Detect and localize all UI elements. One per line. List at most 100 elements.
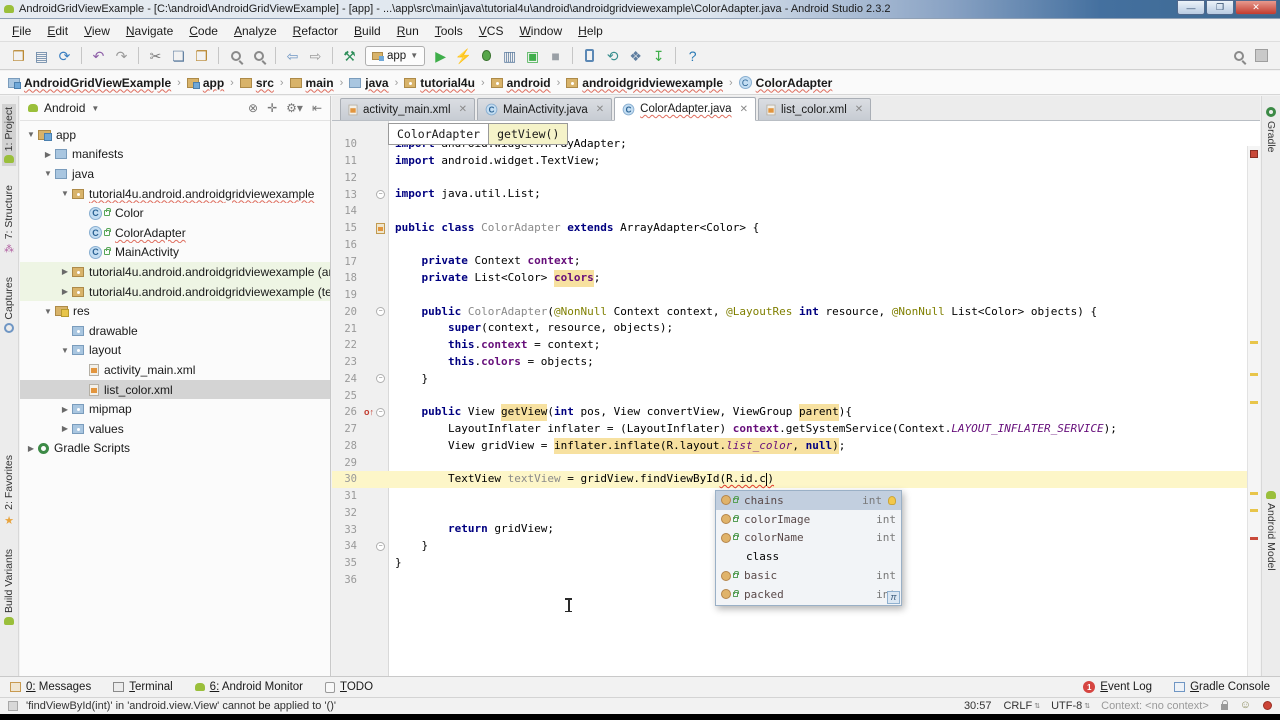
attach-debugger-icon[interactable]: ▣ [522,45,543,66]
error-stripe-mark[interactable] [1250,537,1258,540]
code-line-16[interactable]: 16 [332,237,1247,254]
encoding-selector[interactable]: UTF-8 ⇅ [1051,700,1090,712]
paste-icon[interactable]: ❐ [191,45,212,66]
tree-item-app[interactable]: ▼ app [20,125,330,145]
chevron-collapsed-icon[interactable]: ▶ [24,444,38,453]
code-line-29[interactable]: 29 [332,454,1247,471]
find-usages-icon[interactable] [248,45,269,66]
chevron-collapsed-icon[interactable]: ▶ [41,150,55,159]
stripe-button-android-model[interactable]: Android Model [1264,488,1278,574]
run-icon[interactable]: ▶ [430,45,451,66]
error-stripe-mark[interactable] [1250,341,1258,344]
menu-file[interactable]: File [4,22,39,40]
fold-marker-icon[interactable]: − [376,374,385,384]
breadcrumb-java[interactable]: java [349,76,389,90]
sdk-manager-icon[interactable]: ↧ [648,45,669,66]
project-structure-icon[interactable]: ❖ [625,45,646,66]
menu-edit[interactable]: Edit [39,22,76,40]
tree-item-color[interactable]: C Color [20,203,330,223]
code-line-27[interactable]: 27 LayoutInflater inflater = (LayoutInfl… [332,421,1247,438]
menu-analyze[interactable]: Analyze [226,22,285,40]
breadcrumb-app[interactable]: app [186,76,224,90]
toolwindow-button-gradle-console[interactable]: Gradle Console [1174,681,1270,693]
menu-build[interactable]: Build [346,22,389,40]
hector-inspector-icon[interactable]: ☺ [1240,700,1251,711]
error-stripe-mark[interactable] [1250,492,1258,495]
chevron-expanded-icon[interactable]: ▼ [41,307,55,316]
collapse-all-icon[interactable]: ⊗ [248,101,258,115]
breadcrumb-src[interactable]: src [239,76,274,90]
code-line-25[interactable]: 25 [332,387,1247,404]
fold-marker-icon[interactable]: − [376,541,385,551]
tree-item-java[interactable]: ▼ java [20,164,330,184]
hide-panel-icon[interactable]: ⇤ [312,101,322,115]
gradle-sync-icon[interactable]: ⟲ [602,45,623,66]
tree-item-tutorial4u-android-androidgridviewexample[interactable]: ▼ tutorial4u.android.androidgridviewexamp… [20,184,330,204]
tree-item-res[interactable]: ▼ res [20,301,330,321]
tree-item-list_color-xml[interactable]: list_color.xml [20,379,330,400]
code-line-22[interactable]: 22 this. context = context; [332,337,1247,354]
breadcrumb-main[interactable]: main [289,76,334,90]
breadcrumb-tutorial4u[interactable]: tutorial4u [404,76,475,90]
code-line-18[interactable]: 18 private List<Color> colors; [332,270,1247,287]
code-line-19[interactable]: 19 [332,287,1247,304]
breadcrumb-androidgridviewexample[interactable]: androidgridviewexample [566,76,723,90]
tab-close-icon[interactable]: ✕ [855,104,863,115]
tree-item-values[interactable]: ▶ values [20,419,330,439]
completion-item-colorName[interactable]: colorName int [716,529,901,548]
tab-activity_main-xml[interactable]: activity_main.xml ✕ [340,98,475,120]
tree-item-tutorial4u-android-androidgridviewexample-te[interactable]: ▶ tutorial4u.android.androidgridviewexamp… [20,281,330,302]
undo-icon[interactable]: ↶ [88,45,109,66]
code-line-30[interactable]: 30 TextView textView = gridView.findView… [332,471,1247,488]
menu-vcs[interactable]: VCS [471,22,512,40]
tree-item-activity_main-xml[interactable]: activity_main.xml [20,360,330,380]
tab-coloradapter-java[interactable]: C ColorAdapter.java ✕ [614,97,756,121]
stripe-button-build-variants[interactable]: Build Variants [2,546,16,628]
search-everywhere-icon[interactable] [1228,45,1249,66]
error-stripe-mark[interactable] [1250,373,1258,376]
back-icon[interactable]: ⇦ [282,45,303,66]
code-line-26[interactable]: 26 o↑ − public View getView(int pos, View … [332,404,1247,421]
override-gutter-icon[interactable]: o↑ [364,407,374,417]
chevron-expanded-icon[interactable]: ▼ [24,130,38,139]
breadcrumb-android[interactable]: android [490,76,551,90]
class-file-gutter-icon[interactable] [376,222,385,234]
sync-icon[interactable]: ⟳ [54,45,75,66]
chevron-expanded-icon[interactable]: ▼ [41,169,55,178]
completion-item-colorImage[interactable]: colorImage int [716,510,901,529]
minimize-button[interactable]: — [1177,0,1205,15]
tree-item-tutorial4u-android-androidgridviewexample-an[interactable]: ▶ tutorial4u.android.androidgridviewexamp… [20,262,330,282]
tree-item-manifests[interactable]: ▶ manifests [20,145,330,165]
close-button[interactable]: ✕ [1235,0,1277,15]
redo-icon[interactable]: ↷ [111,45,132,66]
stripe-button-captures[interactable]: Captures [2,274,16,337]
profiler-icon[interactable]: ▥ [499,45,520,66]
code-line-12[interactable]: 12 [332,170,1247,187]
code-line-24[interactable]: 24 − } [332,371,1247,388]
chevron-collapsed-icon[interactable]: ▶ [58,287,72,296]
settings-icon[interactable]: ⚙▾ [286,101,303,115]
settings-box-icon[interactable] [1251,45,1272,66]
completion-item-packed[interactable]: packedint [716,585,901,604]
run-configuration-selector[interactable]: app ▼ [365,45,426,66]
breadcrumb-AndroidGridViewExample[interactable]: AndroidGridViewExample [8,76,171,90]
tab-close-icon[interactable]: ✕ [459,104,467,115]
stop-icon[interactable]: ■ [545,45,566,66]
chevron-collapsed-icon[interactable]: ▶ [58,424,72,433]
editor-body[interactable]: 10import android.widget.ArrayAdapter;11i… [332,121,1260,676]
error-stripe-mark[interactable] [1250,509,1258,512]
menu-tools[interactable]: Tools [427,22,471,40]
tab-mainactivity-java[interactable]: C MainActivity.java ✕ [476,98,613,120]
copy-icon[interactable]: ❏ [168,45,189,66]
breadcrumb-ColorAdapter[interactable]: C ColorAdapter [738,76,832,90]
code-line-17[interactable]: 17 private Context context; [332,253,1247,270]
code-line-21[interactable]: 21 super (context, resource, objects); [332,320,1247,337]
error-stripe-mark[interactable] [1250,401,1258,404]
cut-icon[interactable]: ✂ [145,45,166,66]
menu-view[interactable]: View [76,22,118,40]
avd-manager-icon[interactable] [579,45,600,66]
menu-code[interactable]: Code [181,22,226,40]
code-line-11[interactable]: 11 import android.widget.TextView; [332,153,1247,170]
code-line-23[interactable]: 23 this. colors = objects; [332,354,1247,371]
forward-icon[interactable]: ⇨ [305,45,326,66]
